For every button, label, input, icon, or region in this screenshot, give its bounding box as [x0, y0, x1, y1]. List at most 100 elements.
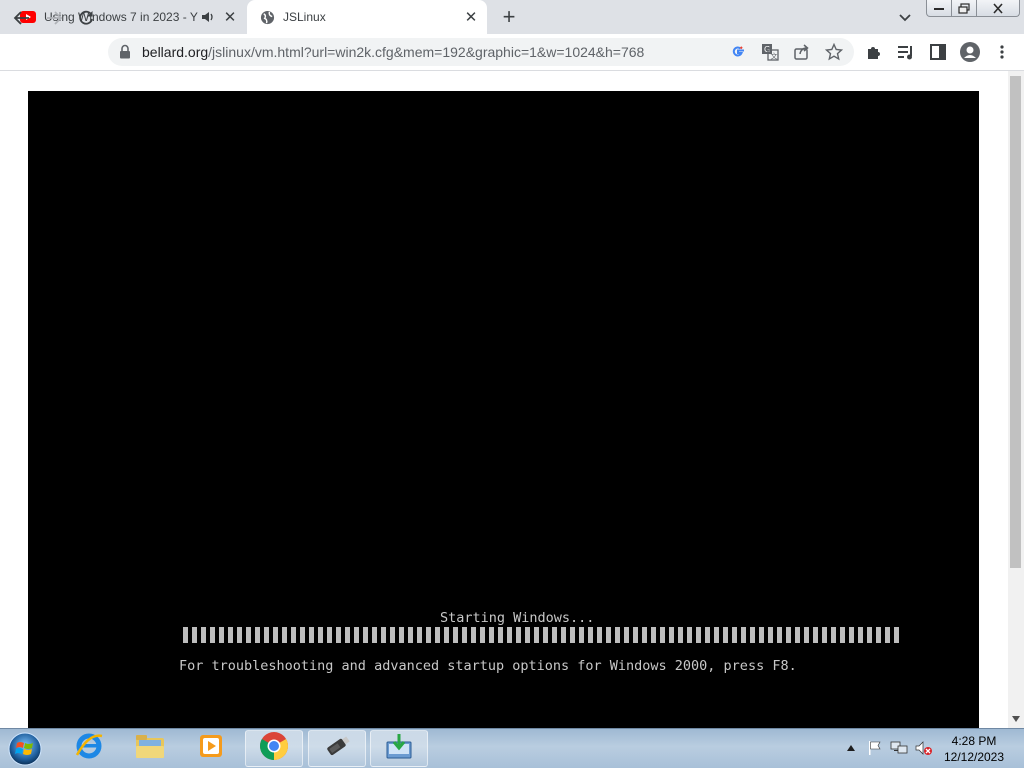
audio-playing-icon[interactable]	[200, 9, 216, 25]
translate-icon[interactable]: G文	[760, 42, 780, 62]
url-host: bellard.org	[142, 44, 209, 60]
close-tab-icon[interactable]: ✕	[463, 9, 479, 26]
extensions-puzzle-icon[interactable]	[864, 42, 884, 62]
progress-segment	[444, 627, 449, 643]
progress-segment	[876, 627, 881, 643]
progress-segment	[588, 627, 593, 643]
volume-muted-icon[interactable]	[914, 738, 934, 758]
progress-segment	[705, 627, 710, 643]
progress-segment	[318, 627, 323, 643]
progress-segment	[309, 627, 314, 643]
bookmark-star-icon[interactable]	[824, 42, 844, 62]
close-tab-icon[interactable]: ✕	[222, 9, 238, 26]
progress-segment	[750, 627, 755, 643]
progress-segment	[354, 627, 359, 643]
progress-segment	[192, 627, 197, 643]
progress-segment	[678, 627, 683, 643]
system-clock[interactable]: 4:28 PM 12/12/2023	[938, 733, 1010, 765]
progress-segment	[867, 627, 872, 643]
progress-segment	[795, 627, 800, 643]
start-button[interactable]	[6, 731, 44, 767]
progress-segment	[228, 627, 233, 643]
lock-icon[interactable]	[119, 44, 133, 60]
progress-segment	[516, 627, 521, 643]
progress-segment	[327, 627, 332, 643]
progress-segment	[759, 627, 764, 643]
action-center-flag-icon[interactable]	[866, 738, 884, 758]
progress-segment	[768, 627, 773, 643]
progress-segment	[651, 627, 656, 643]
progress-segment	[480, 627, 485, 643]
f8-hint-text: For troubleshooting and advanced startup…	[179, 658, 797, 674]
media-player-icon	[197, 732, 225, 765]
globe-icon	[259, 9, 275, 25]
more-menu-icon[interactable]	[992, 42, 1012, 62]
progress-segment	[858, 627, 863, 643]
share-icon[interactable]	[792, 42, 812, 62]
progress-segment	[561, 627, 566, 643]
taskbar-chrome[interactable]	[245, 730, 303, 767]
progress-segment	[453, 627, 458, 643]
taskbar-usb-drive[interactable]	[308, 730, 366, 767]
progress-segment	[714, 627, 719, 643]
progress-segment	[786, 627, 791, 643]
progress-segment	[552, 627, 557, 643]
progress-segment	[462, 627, 467, 643]
progress-segment	[300, 627, 305, 643]
new-tab-button[interactable]: +	[498, 4, 520, 29]
side-panel-icon[interactable]	[928, 42, 948, 62]
scroll-down-arrow-icon[interactable]	[1008, 712, 1024, 726]
progress-segment	[741, 627, 746, 643]
minimize-button[interactable]	[926, 0, 952, 17]
progress-segment	[732, 627, 737, 643]
progress-segment	[426, 627, 431, 643]
progress-segment	[507, 627, 512, 643]
restore-button[interactable]	[952, 0, 977, 17]
progress-segment	[669, 627, 674, 643]
progress-segment	[615, 627, 620, 643]
close-window-button[interactable]	[977, 0, 1020, 17]
progress-segment	[345, 627, 350, 643]
back-arrow-icon[interactable]	[12, 8, 32, 28]
progress-segment	[390, 627, 395, 643]
progress-segment	[885, 627, 890, 643]
progress-segment	[273, 627, 278, 643]
progress-segment	[813, 627, 818, 643]
progress-segment	[624, 627, 629, 643]
progress-segment	[543, 627, 548, 643]
media-queue-icon[interactable]	[896, 42, 916, 62]
tab-search-chevron-icon[interactable]	[896, 8, 914, 26]
show-hidden-icons-arrow[interactable]	[844, 738, 858, 758]
progress-segment	[579, 627, 584, 643]
forward-arrow-icon[interactable]	[44, 8, 64, 28]
progress-segment	[408, 627, 413, 643]
progress-segment	[840, 627, 845, 643]
boot-progress-bar	[183, 627, 899, 643]
taskbar-internet-explorer[interactable]	[60, 730, 118, 767]
progress-segment	[417, 627, 422, 643]
progress-segment	[894, 627, 899, 643]
url-text[interactable]: bellard.org/jslinux/vm.html?url=win2k.cf…	[142, 44, 644, 60]
progress-segment	[237, 627, 242, 643]
progress-segment	[723, 627, 728, 643]
progress-segment	[831, 627, 836, 643]
profile-avatar-icon[interactable]	[960, 42, 980, 62]
progress-segment	[201, 627, 206, 643]
taskbar-media-player[interactable]	[182, 730, 240, 767]
progress-segment	[633, 627, 638, 643]
progress-segment	[264, 627, 269, 643]
scrollbar-thumb[interactable]	[1010, 76, 1021, 568]
progress-segment	[255, 627, 260, 643]
tab-jslinux[interactable]: JSLinux ✕	[247, 0, 487, 34]
progress-segment	[489, 627, 494, 643]
reload-icon[interactable]	[76, 8, 96, 28]
progress-segment	[282, 627, 287, 643]
progress-segment	[183, 627, 188, 643]
progress-segment	[525, 627, 530, 643]
network-icon[interactable]	[890, 738, 908, 758]
window-controls	[926, 0, 1020, 18]
google-lens-icon[interactable]	[728, 42, 748, 62]
progress-segment	[822, 627, 827, 643]
taskbar-windows-explorer[interactable]	[121, 730, 179, 767]
taskbar-installer[interactable]	[370, 730, 428, 767]
